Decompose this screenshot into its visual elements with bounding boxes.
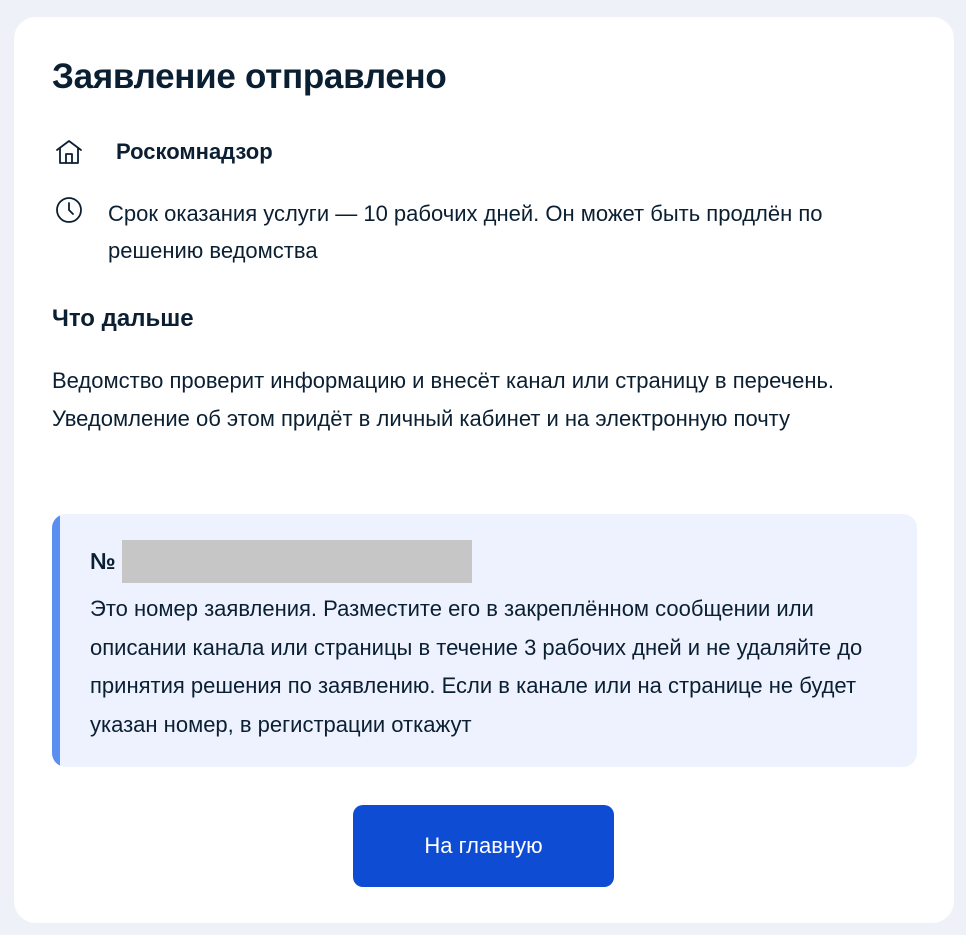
application-number: №	[90, 540, 472, 583]
clock-icon	[52, 193, 86, 227]
home-button[interactable]: На главную	[353, 805, 614, 887]
building-icon	[52, 135, 86, 169]
application-number-notice: № Это номер заявления. Разместите его в …	[52, 514, 917, 767]
service-term-text: Срок оказания услуги — 10 рабочих дней. …	[108, 201, 823, 263]
notice-accent-bar	[52, 514, 60, 767]
agency-name: Роскомнадзор	[116, 139, 273, 164]
next-steps-title: Что дальше	[52, 305, 194, 332]
application-number-label: №	[90, 548, 116, 574]
page-title: Заявление отправлено	[52, 57, 447, 96]
application-sent-card: Заявление отправлено Роскомнадзор Срок о…	[14, 17, 954, 923]
notice-text: Это номер заявления. Разместите его в за…	[90, 596, 863, 737]
application-number-redacted	[121, 540, 472, 583]
agency-row: Роскомнадзор	[52, 135, 273, 169]
next-steps-text: Ведомство проверит информацию и внесёт к…	[52, 368, 835, 431]
service-term-row: Срок оказания услуги — 10 рабочих дней. …	[52, 193, 918, 269]
